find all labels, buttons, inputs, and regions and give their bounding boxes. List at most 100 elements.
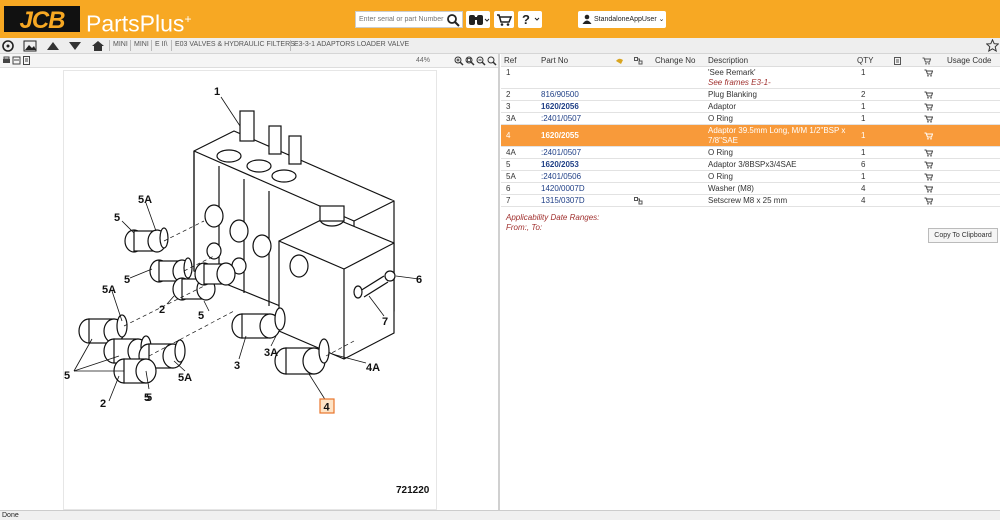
part-number-link[interactable]: 1620/2053 — [541, 160, 579, 169]
status-text: Done — [2, 512, 19, 519]
description-cell: Setscrew M8 x 25 mm — [708, 196, 788, 205]
callout-label[interactable]: 6 — [416, 274, 422, 286]
breadcrumb-item[interactable]: MINI — [113, 41, 128, 48]
table-row[interactable]: 4 1620/2055 Adaptor 39.5mm Long, M/M 1/2"B… — [501, 125, 1000, 147]
table-row[interactable]: 3 1620/2056 Adaptor 1 — [501, 101, 1000, 113]
callout-label[interactable]: 4A — [366, 362, 380, 374]
copy-to-clipboard-button[interactable]: Copy To Clipboard — [928, 228, 998, 243]
part-number-link[interactable]: :2401/0507 — [541, 114, 581, 123]
qty-cell: 4 — [861, 184, 866, 193]
help-button[interactable]: ? — [518, 11, 542, 28]
part-number-link[interactable]: 1620/2056 — [541, 102, 579, 111]
callout-label[interactable]: 5 — [146, 392, 152, 404]
part-number-link[interactable]: 816/90500 — [541, 90, 579, 99]
note-icon[interactable] — [615, 57, 624, 65]
qty-cell: 4 — [861, 196, 866, 205]
change-icon[interactable] — [634, 57, 643, 65]
cart-button[interactable] — [494, 11, 514, 28]
binoculars-button[interactable] — [466, 11, 490, 28]
star-icon[interactable] — [986, 39, 999, 52]
breadcrumb-item[interactable]: MINI — [134, 41, 149, 48]
qty-cell: 6 — [861, 160, 866, 169]
add-to-cart-icon[interactable] — [924, 161, 933, 169]
add-to-cart-icon[interactable] — [924, 115, 933, 123]
ref-cell: 5 — [506, 160, 511, 169]
table-row[interactable]: 3A:2401/0507 O Ring 1 — [501, 113, 1000, 125]
zoom-out-icon[interactable] — [476, 56, 486, 66]
qty-cell: 1 — [861, 131, 866, 140]
ref-cell: 2 — [506, 90, 511, 99]
callout-label[interactable]: 3 — [234, 360, 240, 372]
search-input[interactable] — [356, 12, 444, 27]
callout-label[interactable]: 5A — [138, 194, 152, 206]
callout-label[interactable]: 2 — [100, 398, 106, 410]
user-menu-button[interactable]: StandaloneAppUser ⌄ — [578, 11, 666, 28]
column-header-usage-code[interactable]: Usage Code — [947, 56, 991, 65]
arrow-up-icon[interactable] — [46, 40, 60, 52]
qty-cell: 1 — [861, 114, 866, 123]
part-number-link[interactable]: 1315/0307D — [541, 196, 585, 205]
callout-label[interactable]: 5 — [64, 370, 70, 382]
zoom-reset-icon[interactable] — [487, 56, 497, 66]
zoom-in-icon[interactable] — [454, 56, 464, 66]
part-number-link[interactable]: 1420/0007D — [541, 184, 585, 193]
part-number-link[interactable]: 1620/2055 — [541, 131, 579, 140]
callout-label[interactable]: 5A — [178, 372, 192, 384]
table-row[interactable]: 5 1620/2053 Adaptor 3/8BSPx3/4SAE 6 — [501, 159, 1000, 171]
callout-label[interactable]: 5A — [102, 284, 116, 296]
callout-label[interactable]: 5 — [124, 274, 130, 286]
search-icon[interactable] — [446, 13, 460, 27]
callout-label[interactable]: 2 — [159, 304, 165, 316]
ref-cell: 1 — [506, 68, 511, 77]
callout-label[interactable]: 1 — [214, 86, 220, 98]
change-icon[interactable] — [634, 197, 643, 205]
list-icon[interactable] — [894, 57, 901, 65]
add-to-cart-icon[interactable] — [924, 197, 933, 205]
callout-label[interactable]: 3A — [264, 347, 278, 359]
ref-cell: 3A — [506, 114, 516, 123]
table-row[interactable]: 5A:2401/0506 O Ring 1 — [501, 171, 1000, 183]
add-to-cart-icon[interactable] — [924, 69, 933, 77]
callout-selected[interactable]: 4 — [319, 398, 335, 414]
callout-label[interactable]: 5 — [114, 212, 120, 224]
part-number-link[interactable]: :2401/0506 — [541, 172, 581, 181]
callout-label[interactable]: 7 — [382, 316, 388, 328]
print-icon[interactable] — [2, 56, 11, 65]
svg-text:?: ? — [522, 12, 530, 27]
callout-label[interactable]: 5 — [198, 310, 204, 322]
add-to-cart-icon[interactable] — [924, 132, 933, 140]
column-header-ref[interactable]: Ref — [504, 56, 516, 65]
panel-splitter[interactable] — [498, 54, 500, 510]
callout-label[interactable]: 4 — [324, 402, 331, 414]
jcb-logo: JCB — [4, 6, 80, 34]
add-to-cart-icon[interactable] — [924, 173, 933, 181]
add-to-cart-icon[interactable] — [924, 149, 933, 157]
breadcrumb-item[interactable]: E3-3-1 ADAPTORS LOADER VALVE — [294, 41, 409, 48]
table-row[interactable]: 7 1315/0307D Setscrew M8 x 25 mm 4 — [501, 195, 1000, 207]
add-to-cart-icon[interactable] — [924, 185, 933, 193]
add-to-cart-icon[interactable] — [924, 103, 933, 111]
breadcrumb-item[interactable]: E03 VALVES & HYDRAULIC FILTERS — [175, 41, 295, 48]
description-line: 'See Remark' — [708, 68, 756, 77]
column-header-part-no[interactable]: Part No — [541, 56, 568, 65]
home-icon[interactable] — [91, 40, 105, 52]
zoom-fit-icon[interactable] — [465, 56, 475, 66]
table-row[interactable]: 1 'See Remark' See frames E3-1- 1 — [501, 67, 1000, 89]
cart-icon[interactable] — [922, 57, 931, 65]
column-header-description[interactable]: Description — [708, 56, 748, 65]
image-icon[interactable] — [23, 40, 37, 52]
table-row[interactable]: 2 816/90500 Plug Blanking 2 — [501, 89, 1000, 101]
part-number-link[interactable]: :2401/0507 — [541, 148, 581, 157]
home-disc-icon[interactable] — [2, 40, 14, 52]
add-to-cart-icon[interactable] — [924, 91, 933, 99]
parts-diagram[interactable]: 1 5A 5 5 5A 2 5 5 5 2 5 5A 3 3A 4 4A 7 6… — [63, 70, 437, 510]
document-icon[interactable] — [22, 56, 31, 65]
print-preview-icon[interactable] — [12, 56, 21, 65]
column-header-change-no[interactable]: Change No — [655, 56, 695, 65]
table-row[interactable]: 4A:2401/0507 O Ring 1 — [501, 147, 1000, 159]
column-header-qty[interactable]: QTY — [857, 56, 873, 65]
arrow-down-icon[interactable] — [68, 40, 82, 52]
breadcrumb-item[interactable]: E II\ — [155, 41, 167, 48]
table-row[interactable]: 6 1420/0007D Washer (M8) 4 — [501, 183, 1000, 195]
viewer-toolbar: 44% — [0, 54, 498, 68]
